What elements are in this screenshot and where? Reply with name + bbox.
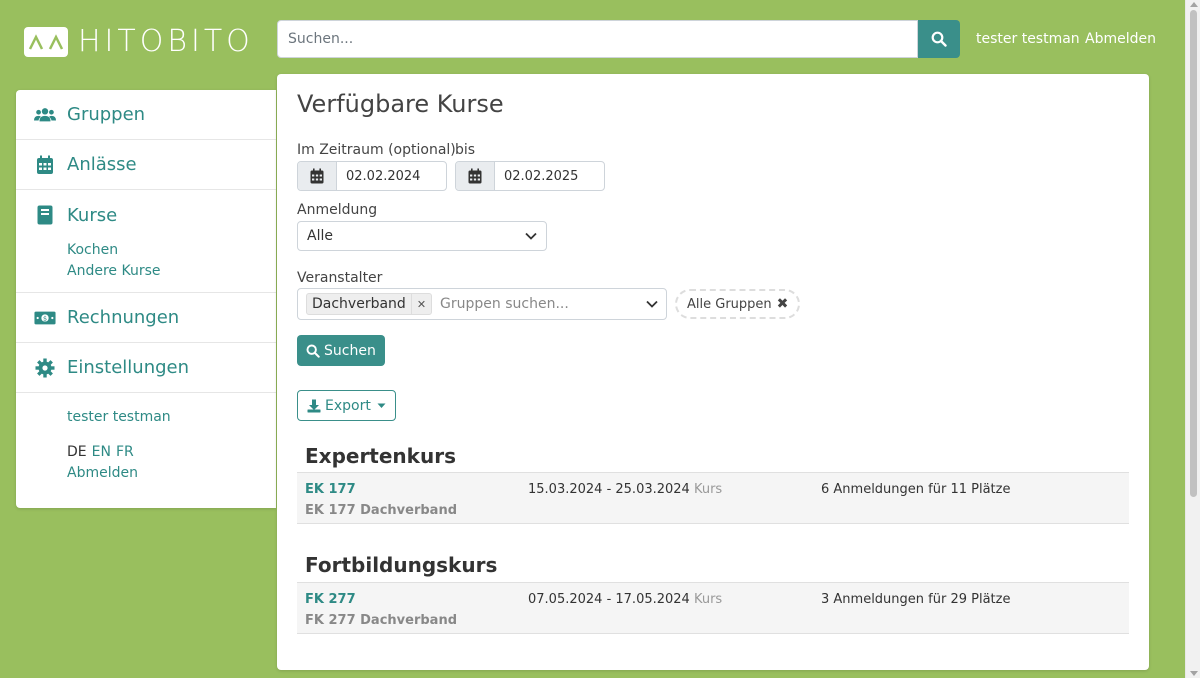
registration-label: Anmeldung [297, 202, 378, 218]
course-dates: 15.03.2024 - 25.03.2024 [528, 482, 690, 497]
sidebar-item-label: Kurse [67, 204, 118, 226]
sidebar-item-kurse[interactable]: Kurse [16, 190, 276, 240]
search-input[interactable] [277, 20, 918, 58]
users-icon [34, 104, 56, 126]
search-submit-button[interactable]: Suchen [297, 335, 385, 366]
sidebar-item-label: Gruppen [67, 104, 146, 125]
table-row: FK 277 FK 277 Dachverband 07.05.2024 - 1… [297, 582, 1129, 634]
section-title-expertenkurs: Expertenkurs [305, 444, 456, 468]
date-to-field[interactable]: 02.02.2025 [455, 161, 605, 191]
sidebar-item-label: Einstellungen [67, 357, 190, 378]
organizer-select[interactable]: Dachverband ✕ Gruppen suchen... [297, 288, 667, 320]
organizer-search-input[interactable]: Gruppen suchen... [440, 296, 646, 312]
sidebar-item-einstellungen[interactable]: Einstellungen [16, 343, 276, 393]
table-row: EK 177 EK 177 Dachverband 15.03.2024 - 2… [297, 472, 1129, 524]
calendar-icon [34, 154, 56, 176]
logo-icon [24, 26, 68, 57]
date-from-input[interactable]: 02.02.2024 [337, 162, 430, 190]
export-dropdown-button[interactable]: Export [297, 390, 396, 421]
all-groups-label: Alle Gruppen [687, 296, 772, 312]
close-icon[interactable]: ✖ [777, 296, 789, 312]
course-subtitle: EK 177 Dachverband [305, 503, 458, 518]
svg-text:$: $ [43, 314, 47, 322]
organizer-label: Veranstalter [297, 270, 383, 286]
language-switcher: DE EN FR Abmelden [67, 442, 276, 484]
sidebar-item-rechnungen[interactable]: $ Rechnungen [16, 293, 276, 343]
sidebar-item-label: Rechnungen [67, 307, 180, 328]
header-logout-link[interactable]: Abmelden [1085, 31, 1156, 47]
page-title: Verfügbare Kurse [297, 90, 504, 118]
search-button[interactable] [918, 20, 960, 58]
course-registrations: 3 Anmeldungen für 29 Plätze [821, 592, 1011, 607]
book-icon [34, 204, 56, 226]
sidebar: Gruppen Anlässe Kurse Kochen Andere Kurs… [16, 90, 276, 508]
sidebar-user-link[interactable]: tester testman [67, 409, 171, 425]
scroll-down-arrow-icon[interactable] [1190, 671, 1198, 676]
sidebar-logout-link[interactable]: Abmelden [67, 465, 138, 481]
lang-fr-link[interactable]: FR [116, 444, 134, 460]
header-user-link[interactable]: tester testman [976, 31, 1080, 47]
course-subtitle: FK 277 Dachverband [305, 613, 458, 628]
calendar-icon[interactable] [456, 162, 495, 190]
sidebar-group-kurse: Kurse Kochen Andere Kurse [16, 190, 276, 293]
page-scrollbar[interactable] [1185, 0, 1200, 678]
sidebar-item-gruppen[interactable]: Gruppen [16, 90, 276, 140]
search-icon [931, 31, 947, 47]
organizer-tag: Dachverband ✕ [306, 293, 433, 315]
export-label: Export [325, 397, 371, 414]
subnav-item-kochen[interactable]: Kochen [67, 240, 276, 261]
chevron-down-icon [646, 300, 658, 308]
logo[interactable]: HITOBITO [24, 24, 254, 59]
lang-current: DE [67, 444, 87, 460]
subnav-item-andere-kurse[interactable]: Andere Kurse [67, 261, 276, 282]
section-title-fortbildungskurs: Fortbildungskurs [305, 553, 498, 577]
chevron-down-icon [525, 232, 537, 240]
registration-select[interactable]: Alle [297, 221, 547, 251]
scrollbar-thumb[interactable] [1190, 10, 1197, 497]
until-label: bis [455, 142, 476, 158]
tag-remove-icon[interactable]: ✕ [410, 294, 431, 314]
main-content: Verfügbare Kurse Im Zeitraum (optional) … [277, 74, 1149, 670]
money-bill-icon: $ [34, 307, 56, 329]
cog-icon [34, 357, 56, 379]
global-search [277, 20, 960, 58]
scroll-up-arrow-icon[interactable] [1190, 2, 1198, 7]
registration-value: Alle [307, 228, 333, 244]
search-submit-label: Suchen [324, 342, 376, 359]
logo-text: HITOBITO [78, 24, 254, 59]
kurse-subnav: Kochen Andere Kurse [16, 240, 276, 282]
course-kind: Kurs [693, 482, 723, 497]
calendar-icon[interactable] [298, 162, 337, 190]
course-dates: 07.05.2024 - 17.05.2024 [528, 592, 690, 607]
all-groups-chip[interactable]: Alle Gruppen ✖ [675, 289, 801, 319]
caret-down-icon [377, 403, 386, 408]
sidebar-item-label: Anlässe [67, 154, 137, 175]
date-from-field[interactable]: 02.02.2024 [297, 161, 447, 191]
course-link[interactable]: FK 277 [305, 589, 457, 610]
lang-en-link[interactable]: EN [92, 444, 111, 460]
organizer-tag-label: Dachverband [312, 296, 406, 312]
sidebar-user-area: tester testman DE EN FR Abmelden [16, 393, 276, 484]
course-kind: Kurs [693, 592, 723, 607]
sidebar-item-anlaesse[interactable]: Anlässe [16, 140, 276, 190]
period-label: Im Zeitraum (optional) [297, 142, 456, 158]
course-link[interactable]: EK 177 [305, 479, 457, 500]
date-to-input[interactable]: 02.02.2025 [495, 162, 588, 190]
download-icon [307, 399, 321, 412]
course-registrations: 6 Anmeldungen für 11 Plätze [821, 482, 1011, 497]
search-icon [306, 344, 320, 358]
